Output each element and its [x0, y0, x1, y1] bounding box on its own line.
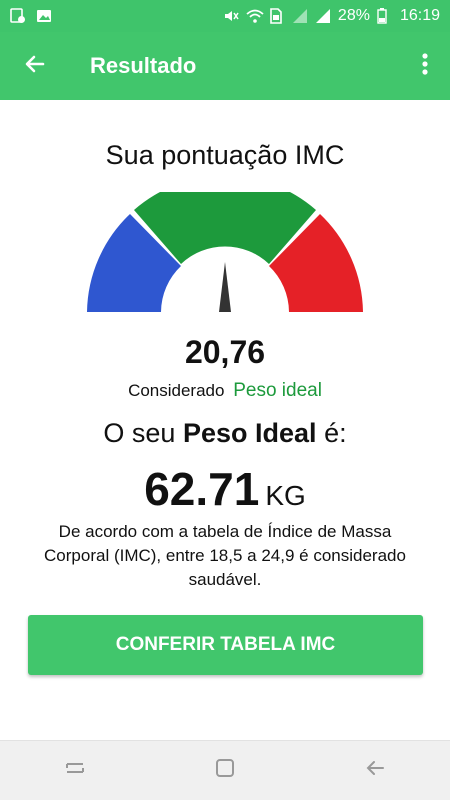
- gauge-needle: [219, 262, 231, 312]
- battery-percent: 28%: [337, 7, 370, 24]
- check-bmi-table-button[interactable]: CONFERIR TABELA IMC: [28, 615, 423, 675]
- more-vertical-icon: [422, 52, 428, 80]
- status-right-icons: 28% 16:19: [223, 7, 440, 25]
- ideal-suffix: é:: [324, 418, 347, 448]
- page-title: Resultado: [90, 53, 197, 78]
- bmi-value: 20,76: [184, 334, 266, 370]
- ideal-weight-label: O seu Peso Ideal é:: [0, 418, 450, 449]
- recent-apps-icon: [63, 756, 87, 785]
- bmi-gauge: [82, 175, 368, 319]
- bmi-description: De acordo com a tabela de Índice de Mass…: [44, 522, 406, 589]
- ideal-weight: 62.71 KG: [0, 462, 450, 516]
- ideal-weight-unit: KG: [265, 480, 306, 511]
- arrow-left-icon: [23, 52, 47, 81]
- ideal-bold: Peso Ideal: [182, 418, 317, 448]
- clock: 16:19: [399, 7, 440, 24]
- sim-icon: [269, 8, 285, 24]
- nav-back-button[interactable]: [345, 741, 405, 800]
- notification-icon: [10, 8, 26, 24]
- back-button[interactable]: [0, 32, 70, 100]
- home-button[interactable]: [195, 741, 255, 800]
- signal-strong-icon: [315, 8, 331, 24]
- ideal-weight-value: 62.71: [144, 463, 260, 515]
- system-nav-bar: [0, 740, 450, 800]
- back-arrow-icon: [363, 756, 387, 785]
- signal-icon: [292, 8, 308, 24]
- classification-prefix: Considerado: [128, 381, 225, 400]
- classification-status: Peso ideal: [233, 380, 322, 401]
- score-heading: Sua pontuação IMC: [105, 140, 345, 170]
- overflow-menu-button[interactable]: [400, 32, 450, 100]
- wifi-icon: [246, 8, 264, 24]
- bmi-classification: Considerado Peso ideal: [0, 380, 450, 402]
- recent-apps-button[interactable]: [45, 741, 105, 800]
- status-left-icons: [10, 8, 52, 24]
- home-icon: [213, 756, 237, 785]
- battery-icon: [377, 8, 393, 24]
- app-bar: Resultado: [0, 32, 450, 100]
- mute-icon: [223, 8, 239, 24]
- ideal-prefix: O seu: [103, 418, 176, 448]
- status-bar: 28% 16:19: [0, 0, 450, 32]
- image-icon: [36, 8, 52, 24]
